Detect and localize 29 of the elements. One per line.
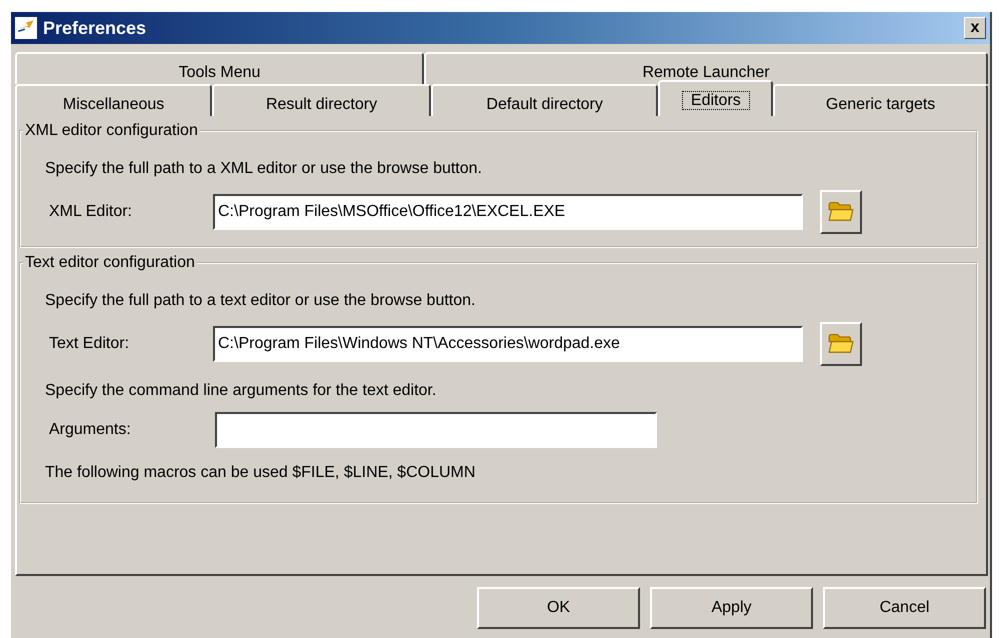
tab[interactable]: Generic targets (773, 84, 988, 116)
tab[interactable]: Remote Launcher (424, 52, 988, 84)
field-label: Text Editor: (48, 335, 130, 353)
tab[interactable]: Tools Menu (15, 52, 424, 84)
path-field[interactable]: C:\Program Files\Windows NT\Accessories\wordpad.exe (213, 326, 803, 362)
dialog-button[interactable]: Apply (650, 587, 813, 629)
tab[interactable]: Editors (658, 80, 774, 116)
folder-icon (828, 201, 854, 223)
window-title: Preferences (43, 18, 148, 38)
instruction-text: Specify the full path to a XML editor or use the browse button. (45, 159, 483, 179)
folder-icon (828, 333, 854, 355)
close-button[interactable]: x (964, 17, 986, 39)
group-title: XML editor configuration (24, 122, 199, 140)
dialog-button[interactable]: Cancel (823, 587, 986, 629)
field-label: Arguments: (48, 421, 132, 439)
instruction-text: Specify the command line arguments for the text editor. (45, 381, 438, 401)
browse-button[interactable] (820, 190, 862, 234)
group-title: Text editor configuration (24, 254, 196, 272)
path-field[interactable]: C:\Program Files\MSOffice\Office12\EXCEL.EXE (213, 194, 803, 230)
instruction-text: Specify the full path to a text editor or use the browse button. (45, 291, 476, 311)
tab[interactable]: Miscellaneous (15, 84, 212, 116)
app-icon (15, 17, 37, 39)
arguments-field[interactable] (215, 412, 657, 448)
dialog-button[interactable]: OK (477, 587, 640, 629)
field-label: XML Editor: (48, 203, 133, 221)
browse-button[interactable] (820, 322, 862, 366)
tab[interactable]: Result directory (212, 84, 431, 116)
tab[interactable]: Default directory (430, 84, 658, 116)
instruction-text: The following macros can be used $FILE, $LINE, $COLUMN (45, 463, 476, 483)
